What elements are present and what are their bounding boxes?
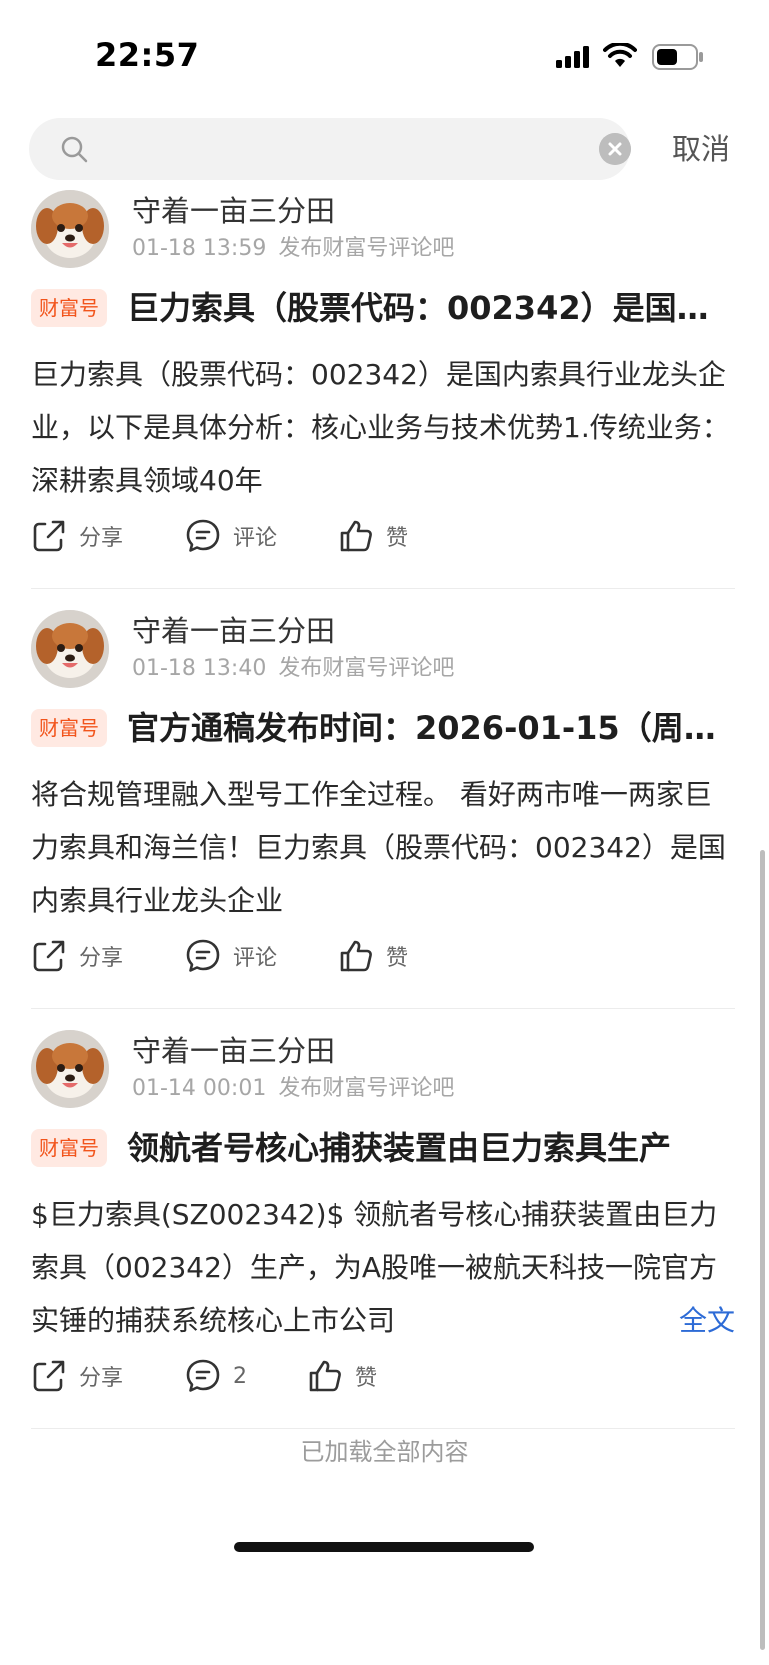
post-meta: 01-18 13:59 发布财富号评论吧 [132, 230, 454, 262]
post-title[interactable]: 官方通稿发布时间：2026-01-15（周四） [127, 706, 735, 750]
comment-label: 评论 [233, 526, 278, 551]
share-button[interactable]: 分享 [31, 1354, 123, 1398]
divider [31, 1008, 735, 1009]
like-label: 赞 [355, 1366, 378, 1391]
search-box[interactable] [29, 118, 631, 180]
end-of-list-text: 已加载全部内容 [300, 1438, 469, 1466]
comment-button[interactable]: 评论 [185, 514, 277, 558]
like-label: 赞 [386, 946, 409, 971]
post-body[interactable]: $巨力索具(SZ002342)$ 领航者号核心捕获装置由巨力索具（002342）… [31, 1188, 735, 1347]
post-body[interactable]: 巨力索具（股票代码：002342）是国内索具行业龙头企业，以下是具体分析：核心业… [31, 348, 735, 507]
post-body-text: $巨力索具(SZ002342)$ 领航者号核心捕获装置由巨力索具（002342）… [31, 1198, 718, 1337]
signal-icon [556, 46, 589, 68]
comment-label: 评论 [233, 946, 278, 971]
share-label: 分享 [79, 1366, 124, 1391]
avatar[interactable] [31, 610, 109, 688]
post-title[interactable]: 领航者号核心捕获装置由巨力索具生产 [127, 1126, 735, 1170]
post-meta: 01-14 00:01 发布财富号评论吧 [132, 1070, 454, 1102]
post-date: 01-18 13:59 [132, 236, 267, 261]
like-button[interactable]: 赞 [307, 1354, 377, 1398]
title-row: 财富号 官方通稿发布时间：2026-01-15（周四） [31, 706, 735, 750]
share-label: 分享 [79, 526, 124, 551]
share-button[interactable]: 分享 [31, 514, 123, 558]
avatar[interactable] [31, 190, 109, 268]
divider [31, 1428, 735, 1429]
author-name[interactable]: 守着一亩三分田 [132, 188, 335, 230]
post-item[interactable]: 守着一亩三分田 01-18 13:59 发布财富号评论吧 财富号 巨力索具（股票代… [0, 180, 769, 624]
comment-icon [186, 519, 220, 552]
like-icon [340, 520, 372, 552]
battery-icon [652, 44, 703, 70]
like-button[interactable]: 赞 [338, 934, 408, 978]
wifi-icon [603, 43, 637, 67]
dog-avatar-icon [31, 190, 109, 268]
post-date: 01-14 00:01 [132, 1076, 267, 1101]
clear-icon[interactable] [599, 133, 631, 165]
post-source: 发布财富号评论吧 [278, 656, 455, 681]
cancel-button[interactable]: 取消 [672, 128, 730, 170]
status-time: 22:57 [95, 36, 200, 74]
post-title[interactable]: 巨力索具（股票代码：002342）是国内索具行业龙头企业 [127, 286, 735, 330]
share-icon [33, 940, 65, 972]
scrollbar[interactable] [760, 850, 765, 1650]
like-button[interactable]: 赞 [338, 514, 408, 558]
screen: 22:57 取消 守着一亩三分田 01-18 13:59 发布财富号评论吧 财富… [0, 0, 769, 1665]
post-actions: 分享 评论 赞 [31, 934, 735, 978]
author-name[interactable]: 守着一亩三分田 [132, 1028, 335, 1070]
comment-button[interactable]: 评论 [185, 934, 277, 978]
share-button[interactable]: 分享 [31, 934, 123, 978]
avatar[interactable] [31, 1030, 109, 1108]
dog-avatar-icon [31, 610, 109, 688]
post-item[interactable]: 守着一亩三分田 01-14 00:01 发布财富号评论吧 财富号 领航者号核心捕获… [0, 1020, 769, 1464]
comment-icon [186, 939, 220, 972]
post-body[interactable]: 将合规管理融入型号工作全过程。 看好两市唯一两家巨力索具和海兰信！巨力索具（股票… [31, 768, 735, 927]
source-badge: 财富号 [31, 1129, 107, 1167]
share-label: 分享 [79, 946, 124, 971]
post-source: 发布财富号评论吧 [278, 1076, 455, 1101]
post-item[interactable]: 守着一亩三分田 01-18 13:40 发布财富号评论吧 财富号 官方通稿发布时间… [0, 600, 769, 1044]
comment-icon [186, 1359, 220, 1392]
read-more-link[interactable]: 全文 [646, 1294, 735, 1347]
status-bar: 22:57 [0, 0, 769, 100]
divider [31, 588, 735, 589]
post-actions: 分享 2 赞 [31, 1354, 735, 1398]
comment-count: 2 [233, 1363, 247, 1389]
author-name[interactable]: 守着一亩三分田 [132, 608, 335, 650]
like-icon [340, 940, 372, 972]
share-icon [33, 520, 65, 552]
comment-button[interactable]: 2 [185, 1354, 247, 1398]
title-row: 财富号 领航者号核心捕获装置由巨力索具生产 [31, 1126, 735, 1170]
post-date: 01-18 13:40 [132, 656, 267, 681]
search-input[interactable] [105, 128, 575, 170]
post-meta: 01-18 13:40 发布财富号评论吧 [132, 650, 454, 682]
search-icon [61, 136, 88, 163]
share-icon [33, 1360, 65, 1392]
post-actions: 分享 评论 赞 [31, 514, 735, 558]
dog-avatar-icon [31, 1030, 109, 1108]
title-row: 财富号 巨力索具（股票代码：002342）是国内索具行业龙头企业 [31, 286, 735, 330]
home-indicator[interactable] [234, 1542, 534, 1552]
like-label: 赞 [386, 526, 409, 551]
source-badge: 财富号 [31, 709, 107, 747]
source-badge: 财富号 [31, 289, 107, 327]
post-source: 发布财富号评论吧 [278, 236, 455, 261]
search-bar: 取消 [0, 118, 769, 180]
like-icon [309, 1360, 341, 1392]
